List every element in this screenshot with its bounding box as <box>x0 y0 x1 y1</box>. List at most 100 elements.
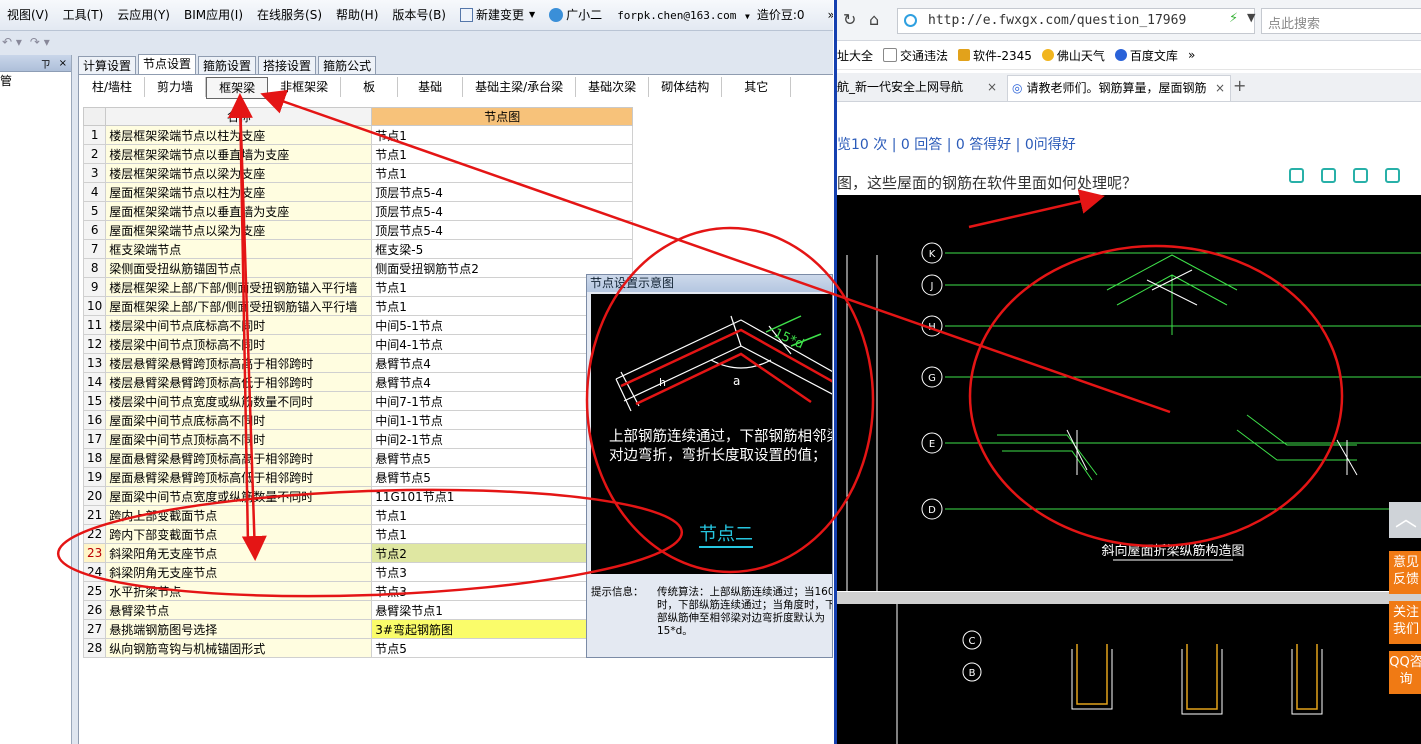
back-to-top-button[interactable]: ︿ <box>1389 502 1421 538</box>
table-row[interactable]: 27 悬挑端钢筋图号选择 3#弯起钢筋图 <box>82 619 634 639</box>
menu-cloud[interactable]: 云应用(Y) <box>110 0 177 30</box>
row-node-value[interactable]: 顶层节点5-4 <box>371 220 634 240</box>
tab-stirrup-formula[interactable]: 箍筋公式 <box>318 56 377 76</box>
follow-us-button[interactable]: 关注我们 <box>1389 601 1421 644</box>
paw-icon <box>1114 49 1127 61</box>
lightning-icon[interactable]: ⚡ <box>1229 11 1238 26</box>
row-node-value[interactable]: 顶层节点5-4 <box>371 182 634 202</box>
table-row[interactable]: 28 纵向钢筋弯钩与机械锚固形式 节点5 <box>82 638 634 658</box>
table-row[interactable]: 23 斜梁阳角无支座节点 节点2 <box>82 543 634 563</box>
tab-calc-settings[interactable]: 计算设置 <box>78 56 137 76</box>
bookmark-2345[interactable]: 软件-2345 <box>958 47 1032 64</box>
tab-stirrup-settings[interactable]: 箍筋设置 <box>198 56 257 76</box>
bookmark-baidu-wenku[interactable]: 百度文库 <box>1114 47 1178 64</box>
table-row[interactable]: 10 屋面框架梁上部/下部/侧面受扭钢筋锚入平行墙 节点1 <box>82 296 634 316</box>
menu-help[interactable]: 帮助(H) <box>329 0 385 30</box>
xiaoer-button[interactable]: 广小二 <box>542 0 609 30</box>
bookmark-url-directory[interactable]: 址大全 <box>837 47 873 64</box>
undo-icon[interactable]: ↶ ▾ <box>2 35 22 49</box>
tab-shear-wall[interactable]: 剪力墙 <box>145 77 207 97</box>
url-input[interactable]: http://e.fwxgx.com/question_17969 <box>897 8 1255 34</box>
table-row[interactable]: 3 楼层框架梁端节点以梁为支座 节点1 <box>82 163 634 183</box>
close-icon[interactable]: × <box>987 75 997 100</box>
cad-caption: 斜向屋面折梁纵筋构造图 <box>1101 543 1244 559</box>
search-input[interactable]: 点此搜索 <box>1261 8 1421 34</box>
save-icon[interactable] <box>1353 168 1368 183</box>
table-row[interactable]: 9 楼层框架梁上部/下部/侧面受扭钢筋锚入平行墙 节点1 <box>82 277 634 297</box>
table-row[interactable]: 22 跨内下部变截面节点 节点1 <box>82 524 634 544</box>
row-index: 2 <box>82 144 107 164</box>
header-name: 名称 <box>105 107 373 126</box>
table-row[interactable]: 12 楼层梁中间节点顶标高不同时 中间4-1节点 <box>82 334 634 354</box>
tab-lap-settings[interactable]: 搭接设置 <box>258 56 317 76</box>
account-menu[interactable]: forpk.chen@163.com ▼ <box>617 9 750 22</box>
bookmarks-more[interactable]: » <box>1188 48 1195 62</box>
menu-online-service[interactable]: 在线服务(S) <box>250 0 329 30</box>
axis-label-d: D <box>928 505 936 516</box>
table-row[interactable]: 21 跨内上部变截面节点 节点1 <box>82 505 634 525</box>
row-node-value[interactable]: 顶层节点5-4 <box>371 201 634 221</box>
browser-tab-question[interactable]: ◎ 请教老师们。钢筋算量，屋面钢筋 × <box>1007 75 1231 101</box>
tab-node-settings[interactable]: 节点设置 <box>138 54 197 76</box>
component-tabs: 柱/墙柱 剪力墙 框架梁 非框架梁 板 基础 基础主梁/承台梁 基础次梁 砌体结… <box>80 77 792 99</box>
table-row[interactable]: 8 梁侧面受扭纵筋锚固节点 侧面受扭钢筋节点2 <box>82 258 634 278</box>
table-row[interactable]: 16 屋面梁中间节点底标高不同时 中间1-1节点 <box>82 410 634 430</box>
tab-foundation-secondary-beam[interactable]: 基础次梁 <box>576 77 650 97</box>
table-row[interactable]: 5 屋面框架梁端节点以垂直墙为支座 顶层节点5-4 <box>82 201 634 221</box>
redo-icon[interactable]: ↷ ▾ <box>30 35 50 49</box>
row-node-value[interactable]: 节点1 <box>371 163 634 183</box>
table-row[interactable]: 26 悬臂梁节点 悬臂梁节点1 <box>82 600 634 620</box>
hint-text: 传统算法：上部纵筋连续通过；当160时，下部纵筋连续通过；当角度时，下部纵筋伸至… <box>657 586 833 637</box>
more-menu-button[interactable]: » <box>828 8 833 22</box>
row-node-value[interactable]: 节点1 <box>371 144 634 164</box>
table-row[interactable]: 15 楼层梁中间节点宽度或纵筋数量不同时 中间7-1节点 <box>82 391 634 411</box>
table-row[interactable]: 1 楼层框架梁端节点以柱为支座 节点1 <box>82 125 634 145</box>
menu-tools[interactable]: 工具(T) <box>56 0 111 30</box>
close-icon[interactable]: × <box>59 58 67 69</box>
table-row[interactable]: 14 楼层悬臂梁悬臂跨顶标高低于相邻跨时 悬臂节点4 <box>82 372 634 392</box>
tab-foundation[interactable]: 基础 <box>398 77 464 97</box>
cad-drawing-lower: C B <box>837 604 1421 744</box>
tab-frame-beam[interactable]: 框架梁 <box>206 77 269 99</box>
table-row[interactable]: 11 楼层梁中间节点底标高不同时 中间5-1节点 <box>82 315 634 335</box>
table-row[interactable]: 2 楼层框架梁端节点以垂直墙为支座 节点1 <box>82 144 634 164</box>
home-icon[interactable]: ⌂ <box>869 10 879 29</box>
menu-bim[interactable]: BIM应用(I) <box>177 0 250 30</box>
row-index: 1 <box>82 125 107 145</box>
table-row[interactable]: 7 框支梁端节点 框支梁-5 <box>82 239 634 259</box>
tab-masonry[interactable]: 砌体结构 <box>649 77 723 97</box>
table-row[interactable]: 4 屋面框架梁端节点以柱为支座 顶层节点5-4 <box>82 182 634 202</box>
close-icon[interactable]: × <box>1215 76 1225 101</box>
fullscreen-icon[interactable] <box>1321 168 1336 183</box>
tab-foundation-main-beam[interactable]: 基础主梁/承台梁 <box>463 77 577 97</box>
table-row[interactable]: 25 水平折梁节点 节点3 <box>82 581 634 601</box>
tab-non-frame-beam[interactable]: 非框架梁 <box>268 77 342 97</box>
menu-view[interactable]: 视图(V) <box>0 0 56 30</box>
copy-icon[interactable] <box>1289 168 1304 183</box>
bookmark-traffic[interactable]: 交通违法 <box>883 47 948 64</box>
new-change-button[interactable]: 新建变更 ▼ <box>453 0 542 30</box>
bookmark-weather[interactable]: 佛山天气 <box>1041 47 1105 64</box>
tab-column-wall[interactable]: 柱/墙柱 <box>80 77 146 97</box>
chevron-down-icon[interactable]: ▼ <box>1247 11 1255 24</box>
table-row[interactable]: 24 斜梁阴角无支座节点 节点3 <box>82 562 634 582</box>
qq-consult-button[interactable]: QQ咨询 <box>1389 651 1421 694</box>
row-node-value[interactable]: 节点1 <box>371 125 634 145</box>
menu-version[interactable]: 版本号(B) <box>385 0 453 30</box>
refresh-icon[interactable]: ↻ <box>843 10 856 29</box>
popup-title[interactable]: 节点设置示意图 <box>587 275 832 292</box>
tab-slab[interactable]: 板 <box>341 77 399 97</box>
share-icon[interactable] <box>1385 168 1400 183</box>
table-row[interactable]: 20 屋面梁中间节点宽度或纵筋数量不同时 11G101节点1 <box>82 486 634 506</box>
table-row[interactable]: 19 屋面悬臂梁悬臂跨顶标高低于相邻跨时 悬臂节点5 <box>82 467 634 487</box>
browser-tab-nav[interactable]: 航_新一代安全上网导航 × <box>837 75 1002 100</box>
feedback-button[interactable]: 意见反馈 <box>1389 551 1421 594</box>
table-row[interactable]: 6 屋面框架梁端节点以梁为支座 顶层节点5-4 <box>82 220 634 240</box>
new-tab-button[interactable]: + <box>1233 76 1246 95</box>
tab-other[interactable]: 其它 <box>722 77 792 97</box>
table-row[interactable]: 13 楼层悬臂梁悬臂跨顶标高高于相邻跨时 悬臂节点4 <box>82 353 634 373</box>
table-row[interactable]: 17 屋面梁中间节点顶标高不同时 中间2-1节点 <box>82 429 634 449</box>
row-node-value[interactable]: 框支梁-5 <box>371 239 634 259</box>
pin-icon[interactable]: ㄗ <box>41 56 51 71</box>
table-row[interactable]: 18 屋面悬臂梁悬臂跨顶标高高于相邻跨时 悬臂节点5 <box>82 448 634 468</box>
